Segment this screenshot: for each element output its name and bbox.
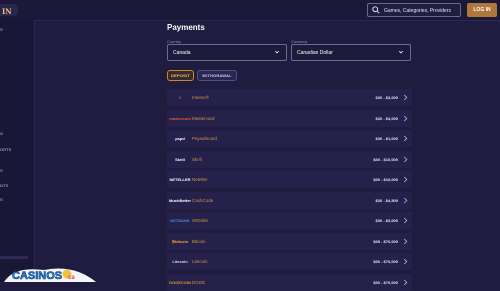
tab-deposit[interactable]: DEPOSIT: [167, 70, 194, 81]
payment-method-row[interactable]: ₿bitcoin Bitcoin $35 - $70,000: [167, 232, 412, 250]
payment-method-row[interactable]: mastercard Mastercard $30 - $4,000: [167, 109, 412, 127]
chevron-right-icon: [403, 217, 408, 224]
login-button[interactable]: LOG IN: [467, 3, 497, 17]
payment-logo-icon: MuchBetter: [169, 197, 192, 203]
top-bar: IN LOG IN: [0, 0, 500, 21]
payment-method-row[interactable]: Litecoin Litecoin $30 - $70,000: [167, 253, 412, 270]
payment-method-name: Mastercard: [192, 115, 215, 121]
payment-method-row[interactable]: I Interac® $30 - $3,000: [167, 89, 412, 106]
country-select[interactable]: Canada: [167, 44, 287, 61]
chevron-down-icon: [274, 50, 280, 54]
payment-logo-icon: I: [179, 95, 181, 100]
sidebar-item[interactable]: G: [0, 131, 3, 136]
payment-method-limit: $30 - $3,000: [375, 218, 398, 223]
country-value: Canada: [173, 50, 191, 56]
payment-method-limit: $30 - $3,000: [375, 95, 398, 100]
payment-method-name: CashCode: [192, 197, 214, 203]
chevron-right-icon: [403, 197, 408, 203]
site-logo[interactable]: IN: [0, 4, 18, 16]
sidebar-item[interactable]: S: [0, 197, 3, 202]
payment-method-limit: $30 - $70,000: [373, 279, 398, 285]
chevron-right-icon: [403, 135, 408, 142]
payment-method-row[interactable]: NETELLER Neteller $30 - $10,000: [167, 171, 412, 188]
chevron-right-icon: [403, 176, 408, 183]
payment-logo-icon: NETELLER: [169, 177, 191, 182]
payment-logo-icon: DOGECOIN: [169, 279, 191, 285]
currency-select[interactable]: Canadian Dollar: [291, 44, 411, 61]
payment-method-row[interactable]: DOGECOIN DOGE $30 - $70,000: [167, 273, 412, 291]
watermark-suffix: ca: [68, 275, 75, 281]
payment-method-limit: $30 - $1,000: [375, 136, 398, 141]
chevron-down-icon: [398, 50, 404, 54]
search-input[interactable]: [382, 5, 464, 17]
chevron-right-icon: [403, 156, 408, 162]
page-title: Payments: [167, 23, 205, 32]
chevron-right-icon: [403, 238, 408, 244]
payment-method-limit: $30 - $4,500: [375, 197, 398, 203]
payment-logo-icon: NETBANK: [170, 218, 190, 223]
tab-withdrawal[interactable]: WITHDRAWAL: [197, 70, 237, 81]
sidebar-item[interactable]: S: [0, 27, 3, 32]
search-icon: [372, 6, 380, 14]
payment-method-name: Neteller: [192, 177, 208, 182]
payment-method-row[interactable]: Skrill Skrill $30 - $10,000: [167, 150, 412, 168]
payment-logo-icon: Litecoin: [172, 259, 188, 264]
chevron-right-icon: [403, 94, 408, 101]
payment-method-name: Bitcoin: [192, 238, 206, 244]
logo-text: IN: [2, 7, 12, 16]
payment-method-limit: $30 - $10,000: [373, 177, 398, 182]
sidebar-scrollbar[interactable]: [0, 256, 28, 259]
payment-logo-icon: pspd: [175, 136, 185, 141]
payment-logo-icon: Skrill: [175, 156, 185, 162]
chevron-right-icon: [403, 258, 408, 265]
casinos-ca-watermark: CASINOS ca: [4, 268, 96, 282]
payment-method-row[interactable]: NETBANK iWDebit $30 - $3,000: [167, 212, 412, 229]
payment-method-limit: $35 - $70,000: [373, 238, 398, 244]
search-box[interactable]: [367, 3, 464, 17]
payment-method-limit: $30 - $70,000: [373, 259, 398, 264]
sidebar-item[interactable]: ORTS: [0, 147, 11, 152]
payment-method-name: Skrill: [192, 156, 202, 162]
chevron-right-icon: [403, 115, 408, 121]
payment-logo-icon: mastercard: [169, 115, 191, 121]
payment-logo-icon: ₿bitcoin: [171, 238, 189, 244]
chevron-right-icon: [403, 279, 408, 285]
payment-method-row[interactable]: pspd Paysafecard $30 - $1,000: [167, 130, 412, 147]
currency-value: Canadian Dollar: [297, 50, 333, 56]
sidebar-item[interactable]: NTS: [0, 183, 8, 188]
payment-method-limit: $30 - $10,000: [373, 156, 398, 162]
payment-method-name: DOGE: [192, 279, 206, 285]
payment-method-limit: $30 - $4,000: [375, 115, 398, 121]
watermark-text: CASINOS: [12, 270, 62, 282]
payment-method-name: Interac®: [192, 95, 210, 100]
sidebar-item[interactable]: S: [0, 168, 3, 173]
payment-method-row[interactable]: MuchBetter CashCode $30 - $4,500: [167, 191, 412, 209]
payment-method-name: iWDebit: [192, 218, 208, 223]
payment-method-name: Litecoin: [192, 259, 208, 264]
payment-method-name: Paysafecard: [192, 136, 218, 141]
sidebar: S G ORTS S NTS S: [0, 20, 35, 282]
